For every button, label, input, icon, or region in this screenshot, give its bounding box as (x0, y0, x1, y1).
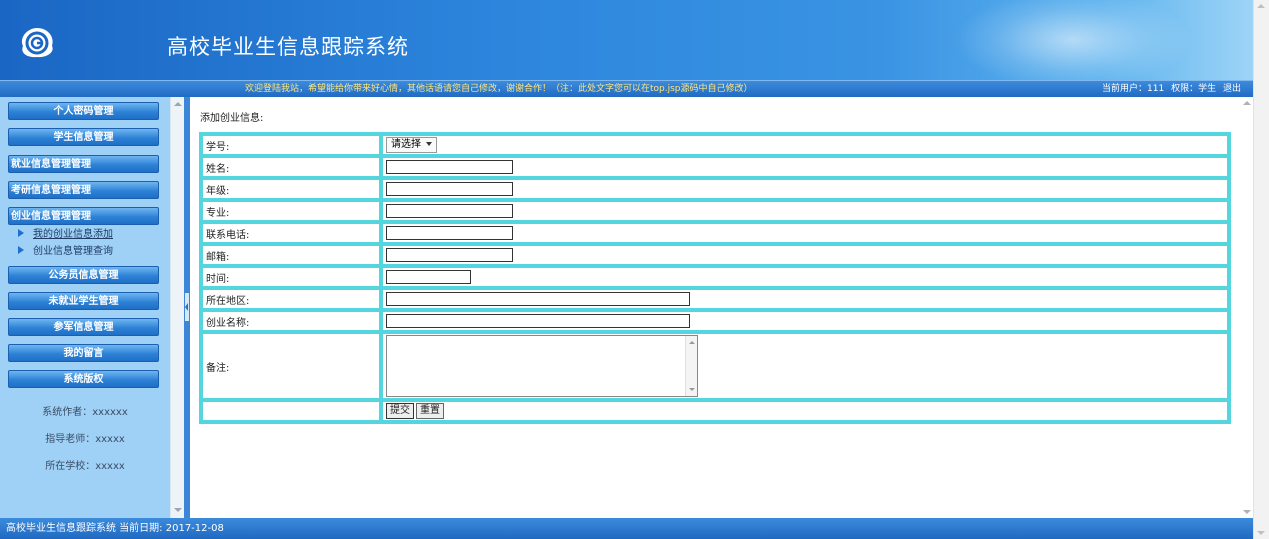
field-label: 时间: (202, 267, 380, 287)
teacher-info: 指导老师：xxxxx (45, 434, 125, 445)
dropdown-arrow-icon (426, 142, 432, 146)
scroll-up-icon[interactable] (1257, 4, 1265, 8)
page-scrollbar[interactable] (1253, 0, 1269, 539)
grade-input[interactable] (386, 182, 513, 196)
play-icon (18, 229, 24, 237)
sub-item-query-entrepreneurship[interactable]: 创业信息管理查询 (18, 245, 113, 258)
form-row: 学号: 请选择 (202, 135, 1228, 155)
form-row: 邮箱: (202, 245, 1228, 265)
scroll-down-icon[interactable] (1257, 531, 1265, 535)
author-info: 系统作者：xxxxxx (42, 407, 128, 418)
main-content: 添加创业信息: 学号: 请选择 姓名: 年级: 专业: 联系电话: 邮箱: 时间… (190, 97, 1253, 518)
date-input[interactable] (386, 270, 471, 284)
scroll-down-icon[interactable] (689, 388, 695, 391)
app-title: 高校毕业生信息跟踪系统 (167, 35, 409, 59)
main-scrollbar[interactable] (1241, 97, 1253, 518)
menu-student-info[interactable]: 学生信息管理 (8, 128, 159, 146)
field-label: 学号: (202, 135, 380, 155)
field-label: 备注: (202, 333, 380, 399)
footer-text: 高校毕业生信息跟踪系统 当前日期: 2017-12-08 (6, 523, 224, 534)
scroll-down-icon[interactable] (174, 508, 182, 512)
major-input[interactable] (386, 204, 513, 218)
field-label: 邮箱: (202, 245, 380, 265)
menu-password[interactable]: 个人密码管理 (8, 102, 159, 120)
form-row: 备注: (202, 333, 1228, 399)
scroll-up-icon[interactable] (1243, 101, 1251, 105)
footer-bar: 高校毕业生信息跟踪系统 当前日期: 2017-12-08 (0, 518, 1253, 539)
school-info: 所在学校：xxxxx (45, 461, 125, 472)
form-row: 专业: (202, 201, 1228, 221)
form-row: 创业名称: (202, 311, 1228, 331)
field-label: 年级: (202, 179, 380, 199)
play-icon (18, 246, 24, 254)
welcome-bar: 欢迎登陆我站，希望能给你带来好心情，其他话语请您自己修改，谢谢合作！（注：此处文… (0, 80, 1253, 98)
textarea-scrollbar[interactable] (685, 336, 697, 396)
menu-entrepreneurship[interactable]: 创业信息管理管理 (8, 207, 159, 225)
form-row: 所在地区: (202, 289, 1228, 309)
header-decoration (953, 0, 1193, 80)
scroll-down-icon[interactable] (1243, 510, 1251, 514)
form-row: 提交 重置 (202, 401, 1228, 421)
menu-civil-servant[interactable]: 公务员信息管理 (8, 266, 159, 284)
menu-employment[interactable]: 就业信息管理管理 (8, 155, 159, 173)
phone-input[interactable] (386, 226, 513, 240)
form-row: 年级: (202, 179, 1228, 199)
remarks-textarea[interactable] (386, 335, 698, 397)
logout-link[interactable]: 退出 (1223, 84, 1241, 94)
field-label: 联系电话: (202, 223, 380, 243)
sub-item-add-entrepreneurship[interactable]: 我的创业信息添加 (18, 228, 113, 241)
menu-my-messages[interactable]: 我的留言 (8, 344, 159, 362)
welcome-text: 欢迎登陆我站，希望能给你带来好心情，其他话语请您自己修改，谢谢合作！（注：此处文… (245, 84, 753, 94)
field-label: 所在地区: (202, 289, 380, 309)
scroll-up-icon[interactable] (689, 341, 695, 344)
field-label: 姓名: (202, 157, 380, 177)
form-row: 联系电话: (202, 223, 1228, 243)
menu-military[interactable]: 参军信息管理 (8, 318, 159, 336)
email-input[interactable] (386, 248, 513, 262)
name-input[interactable] (386, 160, 513, 174)
header-banner: 高校毕业生信息跟踪系统 (0, 0, 1253, 80)
submit-button[interactable]: 提交 (386, 403, 414, 419)
entrepreneurship-form: 学号: 请选择 姓名: 年级: 专业: 联系电话: 邮箱: 时间: 所在地区: … (199, 132, 1231, 424)
sidebar-scrollbar[interactable] (170, 97, 185, 518)
business-name-input[interactable] (386, 314, 690, 328)
role-label: 权限：学生 (1171, 84, 1217, 94)
reset-button[interactable]: 重置 (416, 403, 444, 419)
current-user-label: 当前用户：111 (1102, 84, 1165, 94)
field-label: 创业名称: (202, 311, 380, 331)
region-input[interactable] (386, 292, 690, 306)
field-label: 专业: (202, 201, 380, 221)
menu-unemployed[interactable]: 未就业学生管理 (8, 292, 159, 310)
form-row: 时间: (202, 267, 1228, 287)
collapse-sidebar-icon[interactable] (185, 293, 189, 321)
logo-icon (21, 28, 53, 58)
menu-copyright[interactable]: 系统版权 (8, 370, 159, 388)
form-title: 添加创业信息: (200, 113, 264, 124)
student-id-select[interactable]: 请选择 (386, 137, 437, 153)
scroll-up-icon[interactable] (174, 102, 182, 106)
sidebar: 个人密码管理 学生信息管理 就业信息管理管理 考研信息管理管理 创业信息管理管理… (0, 97, 184, 518)
menu-postgraduate[interactable]: 考研信息管理管理 (8, 181, 159, 199)
form-row: 姓名: (202, 157, 1228, 177)
user-info: 当前用户：111 权限：学生 退出 (1098, 81, 1241, 97)
